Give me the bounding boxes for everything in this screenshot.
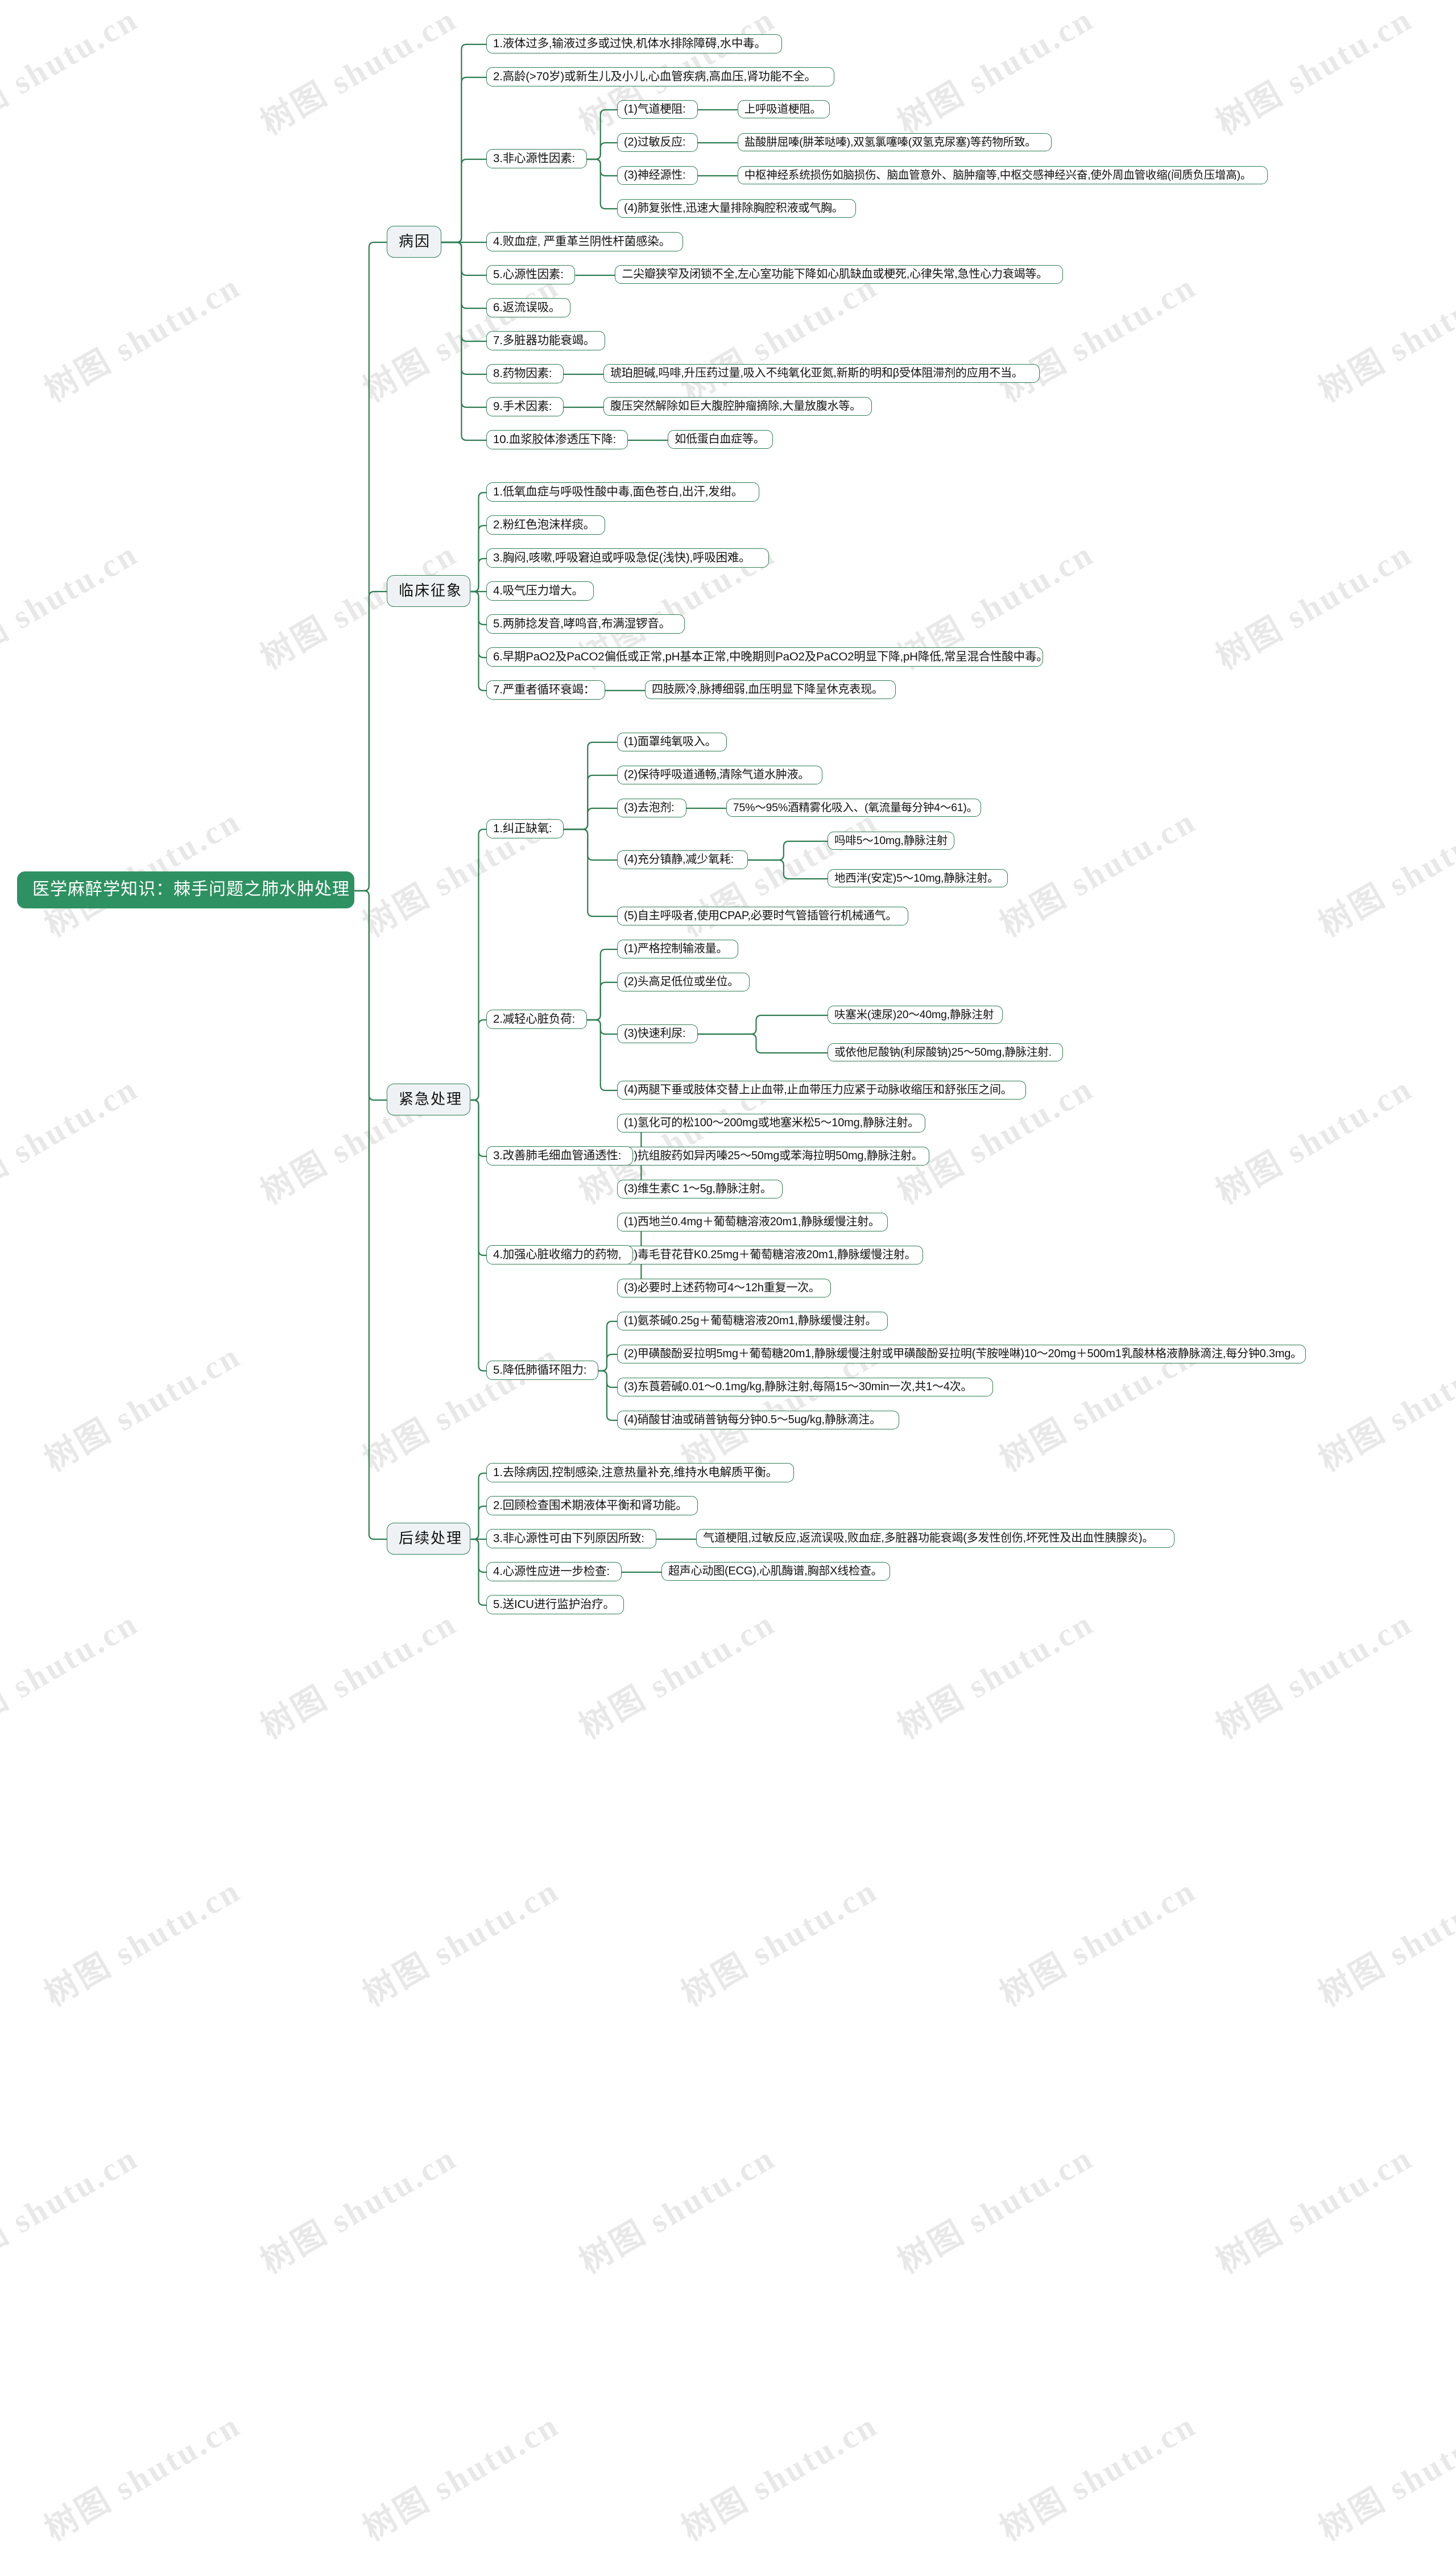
mindmap-node: (3)东莨菪碱0.01～0.1mg/kg,静脉注射,每隔15～30min一次,共… — [617, 1378, 993, 1396]
mindmap-node: 6.早期PaO2及PaCO2偏低或正常,pH基本正常,中晚期则PaO2及PaCO… — [486, 647, 1048, 667]
mindmap-node: (1)严格控制输液量。 — [617, 940, 738, 958]
mindmap-node: 2.粉红色泡沫样痰。 — [486, 515, 605, 535]
mindmap-node: 3.胸闷,咳嗽,呼吸窘迫或呼吸急促(浅快),呼吸困难。 — [486, 548, 769, 568]
mindmap-node: 1.纠正缺氧: — [486, 819, 564, 838]
mindmap-node: (1)氢化可的松100～200mg或地塞米松5～10mg,静脉注射。 — [617, 1114, 926, 1133]
mindmap-node: (2)头高足低位或坐位。 — [617, 973, 750, 991]
mindmap-leaf: 呋塞米(速尿)20～40mg,静脉注射 — [828, 1006, 1003, 1024]
mindmap-node: (3)快速利尿: — [617, 1024, 698, 1043]
mindmap-canvas: 1.液体过多,输液过多或过快,机体水排除障碍,水中毒。 2.高龄(>70岁)或新生… — [0, 0, 1456, 2465]
mindmap-node: 8.药物因素: — [486, 364, 564, 383]
mindmap-node: 2.减轻心脏负荷: — [486, 1010, 587, 1029]
mindmap-node: (5)自主呼吸者,使用CPAP,必要时气管插管行机械通气。 — [617, 907, 909, 925]
mindmap-node: 5.降低肺循环阻力: — [486, 1361, 599, 1380]
mindmap-leaf: 超声心动图(ECG),心肌酶谱,胸部X线检查。 — [661, 1562, 890, 1581]
mindmap-node: 4.吸气压力增大。 — [486, 581, 594, 601]
mindmap-leaf: 琥珀胆碱,吗啡,升压药过量,吸入不纯氧化亚氮,新斯的明和β受体阻滞剂的应用不当。 — [603, 364, 1040, 383]
mindmap-node: (4)硝酸甘油或硝普钠每分钟0.5～5ug/kg,静脉滴注。 — [617, 1411, 899, 1429]
mindmap-node: (4)两腿下垂或肢体交替上止血带,止血带压力应紧于动脉收缩压和舒张压之间。 — [617, 1081, 1026, 1100]
mindmap-node: 3.改善肺毛细血管通透性: — [486, 1146, 634, 1166]
mindmap-leaf: 中枢神经系统损伤如脑损伤、脑血管意外、脑肿瘤等,中枢交感神经兴奋,使外周血管收缩… — [737, 166, 1268, 185]
mindmap-node: (4)肺复张性,迅速大量排除胸腔积液或气胸。 — [617, 199, 857, 218]
mindmap-leaf: 如低蛋白血症等。 — [668, 430, 774, 449]
mindmap-node: 6.返流误吸。 — [486, 298, 570, 317]
mindmap-node: 5.心源性因素: — [486, 265, 576, 284]
mindmap-node: 9.手术因素: — [486, 397, 564, 416]
mindmap-leaf: 四肢厥冷,脉搏细弱,血压明显下降呈休克表现。 — [644, 680, 896, 699]
mindmap-leaf: 75%～95%酒精雾化吸入、(氧流量每分钟4～61)。 — [726, 799, 982, 817]
mindmap-leaf: 气道梗阻,过敏反应,返流误吸,败血症,多脏器功能衰竭(多发性创伤,坏死性及出血性… — [696, 1529, 1175, 1548]
mindmap-node: (1)氨茶碱0.25g＋葡萄糖溶液20m1,静脉缓慢注射。 — [617, 1312, 888, 1330]
mindmap-branch-4: 后续处理 — [387, 1523, 471, 1555]
mindmap-leaf: 腹压突然解除如巨大腹腔肿瘤摘除,大量放腹水等。 — [603, 397, 872, 416]
mindmap-node: (2)保待呼吸道通畅,清除气道水肿液。 — [617, 766, 822, 784]
mindmap-node: (3)神经源性: — [617, 166, 698, 185]
mindmap-node: 5.两肺捻发音,哮鸣音,布满湿锣音。 — [486, 614, 685, 634]
mindmap-node: 5.送ICU进行监护治疗。 — [486, 1595, 624, 1614]
mindmap-leaf: 或依他尼酸钠(利尿酸钠)25～50mg,静脉注射. — [828, 1043, 1063, 1062]
mindmap-node: 1.去除病因,控制感染,注意热量补充,维持水电解质平衡。 — [486, 1463, 794, 1482]
mindmap-leaf: 地西泮(安定)5～10mg,静脉注射。 — [828, 869, 1008, 888]
mindmap-node: (2)毒毛苷花苷K0.25mg＋葡萄糖溶液20m1,静脉缓慢注射。 — [617, 1246, 923, 1264]
mindmap-node: (4)充分镇静,减少氧耗: — [617, 850, 748, 869]
mindmap-node: 7.严重者循环衰竭： — [486, 680, 605, 700]
mindmap-leaf: 盐酸肼屈嗪(肼苯哒嗪),双氢氯噻嗪(双氢克尿塞)等药物所致。 — [737, 133, 1052, 152]
mindmap-leaf: 上呼吸道梗阻。 — [737, 100, 830, 119]
mindmap-node: (2)过敏反应: — [617, 133, 698, 152]
mindmap-node: 4.败血症, 严重革兰阴性杆菌感染。 — [486, 232, 684, 251]
mindmap-root: 医学麻醉学知识：棘手问题之肺水肿处理 — [17, 871, 355, 908]
mindmap-node: 4.心源性应进一步检查: — [486, 1562, 622, 1581]
mindmap-node: 2.回顾检查围术期液体平衡和肾功能。 — [486, 1496, 698, 1515]
mindmap-branch-3: 紧急处理 — [387, 1084, 471, 1115]
mindmap-node: (3)必要时上述药物可4～12h重复一次。 — [617, 1279, 831, 1297]
mindmap-node: 2.高龄(>70岁)或新生儿及小儿,心血管疾病,高血压,肾功能不全。 — [486, 67, 834, 86]
mindmap-node: (1)西地兰0.4mg＋葡萄糖溶液20m1,静脉缓慢注射。 — [617, 1213, 888, 1231]
mindmap-node: 1.低氧血症与呼吸性酸中毒,面色苍白,出汗,发绀。 — [486, 482, 759, 502]
mindmap-node: (3)维生素C 1～5g,静脉注射。 — [617, 1180, 783, 1198]
mindmap-leaf: 吗啡5～10mg,静脉注射 — [828, 832, 955, 850]
mindmap-node: (1)面罩纯氧吸入。 — [617, 733, 727, 751]
mindmap-node: 3.非心源性因素: — [486, 149, 587, 168]
mindmap-node: 10.血浆胶体渗透压下降: — [486, 430, 628, 449]
mindmap-branch-1: 病因 — [387, 226, 441, 258]
mindmap-node: (1)气道梗阻: — [617, 100, 698, 119]
mindmap-node: (2)抗组胺药如异丙嗪25～50mg或苯海拉明50mg,静脉注射。 — [617, 1147, 930, 1166]
mindmap-node: (3)去泡剂: — [617, 799, 686, 817]
mindmap-node: (2)甲磺酸酚妥拉明5mg＋葡萄糖20m1,静脉缓慢注射或甲磺酸酚妥拉明(苄胺唑… — [617, 1345, 1306, 1363]
mindmap-node: 7.多脏器功能衰竭。 — [486, 331, 605, 350]
mindmap-node: 1.液体过多,输液过多或过快,机体水排除障碍,水中毒。 — [486, 34, 783, 53]
mindmap-leaf: 二尖瓣狭窄及闭锁不全,左心室功能下降如心肌缺血或梗死,心律失常,急性心力衰竭等。 — [615, 265, 1063, 284]
mindmap-branch-2: 临床征象 — [387, 575, 471, 607]
mindmap-node: 3.非心源性可由下列原因所致: — [486, 1529, 657, 1548]
mindmap-node: 4.加强心脏收缩力的药物, — [486, 1245, 634, 1264]
